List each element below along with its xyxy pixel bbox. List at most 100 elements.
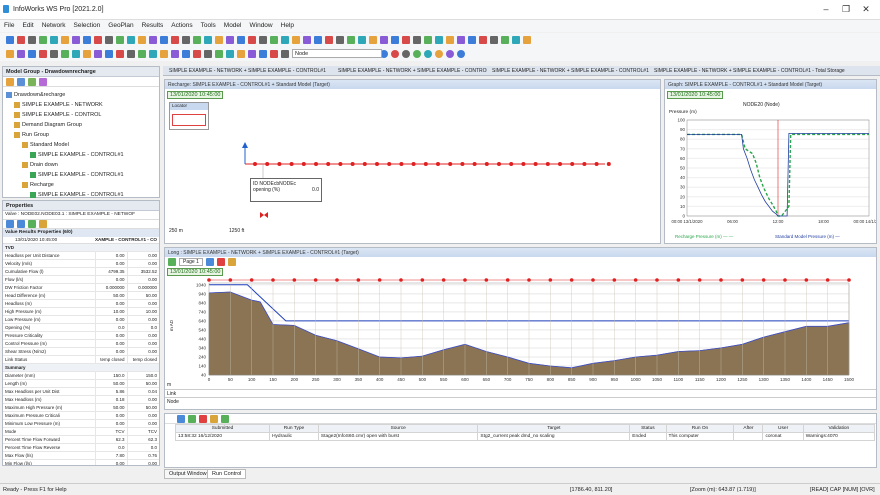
- tree-item[interactable]: Drain down: [6, 160, 156, 170]
- toolbar-button-icon[interactable]: [17, 36, 25, 44]
- property-row[interactable]: Low Pressure (m) 0.00 0.00: [3, 315, 159, 324]
- menu-geoplan[interactable]: GeoPlan: [108, 22, 133, 29]
- toolbar-button-icon[interactable]: [468, 36, 476, 44]
- run-column-header[interactable]: Validation: [802, 424, 876, 433]
- output-window-tab[interactable]: Output Window: [164, 469, 212, 479]
- property-row[interactable]: Maximum Pressure Criticali 0.00 0.00: [3, 411, 159, 420]
- maximize-icon[interactable]: ❐: [837, 4, 855, 15]
- toolbar-button-icon[interactable]: [149, 36, 157, 44]
- toolbar-button-icon[interactable]: [237, 50, 245, 58]
- toolbar-button-icon[interactable]: [105, 36, 113, 44]
- toolbar-button-icon[interactable]: [28, 50, 36, 58]
- run-column-header[interactable]: After: [733, 424, 764, 433]
- toolbar-button-icon[interactable]: [248, 36, 256, 44]
- toolbar-button-icon[interactable]: [336, 36, 344, 44]
- toolbar-button-icon[interactable]: [72, 50, 80, 58]
- toolbar-button-icon[interactable]: [358, 36, 366, 44]
- toolbar-button-icon[interactable]: [281, 36, 289, 44]
- property-row[interactable]: Cumulative Flow (l) 4799.35 3532.52: [3, 267, 159, 276]
- toolbar-button-icon[interactable]: [391, 36, 399, 44]
- run-column-header[interactable]: Status: [629, 424, 667, 433]
- menu-edit[interactable]: Edit: [22, 22, 33, 29]
- toolbar-button-icon[interactable]: [149, 50, 157, 58]
- run-column-header[interactable]: Source: [317, 424, 479, 433]
- tree-tool-icon[interactable]: [39, 77, 47, 86]
- toolbar-button-icon[interactable]: [347, 36, 355, 44]
- toolbar-button-icon[interactable]: [204, 36, 212, 44]
- toolbar-button-icon[interactable]: [303, 36, 311, 44]
- property-row[interactable]: DW Friction Factor 0.000000 0.000000: [3, 283, 159, 292]
- toolbar-button-icon[interactable]: [215, 36, 223, 44]
- toolbar-button-icon[interactable]: [83, 50, 91, 58]
- tree-item[interactable]: SIMPLE EXAMPLE - CONTROL: [6, 110, 156, 120]
- property-row[interactable]: Minimum Low Pressure (m) 0.00 0.00: [3, 419, 159, 428]
- menu-actions[interactable]: Actions: [171, 22, 192, 29]
- property-row[interactable]: Max Flow (l/s) 7.80 0.76: [3, 451, 159, 460]
- toolbar-button-icon[interactable]: [501, 36, 509, 44]
- toolbar-button-icon[interactable]: [105, 50, 113, 58]
- property-row[interactable]: Head Difference (m) 50.00 50.00: [3, 291, 159, 300]
- toolbar-button-icon[interactable]: [193, 50, 201, 58]
- menu-help[interactable]: Help: [281, 22, 294, 29]
- run-column-header[interactable]: Run Type: [269, 424, 319, 433]
- run-tool-icon[interactable]: [177, 414, 185, 423]
- tree-tool-icon[interactable]: [28, 77, 36, 86]
- toolbar-button-icon[interactable]: [6, 50, 14, 58]
- menu-window[interactable]: Window: [250, 22, 273, 29]
- page-icon[interactable]: [168, 257, 176, 266]
- close-icon[interactable]: ✕: [857, 4, 875, 15]
- toolbar-button-icon[interactable]: [259, 36, 267, 44]
- toolbar-button-icon[interactable]: [50, 50, 58, 58]
- toolbar-button-icon[interactable]: [28, 36, 36, 44]
- toolbar-button-icon[interactable]: [94, 50, 102, 58]
- toolbar-button-icon[interactable]: [83, 36, 91, 44]
- property-row[interactable]: Headloss per Unit Distance 0.00 0.00: [3, 251, 159, 260]
- long-tool-icon[interactable]: [227, 257, 236, 266]
- property-section[interactable]: Summary: [3, 363, 159, 372]
- run-row[interactable]: 13:58:32 16/12/2020 Hydraulic Stage2(InfoS…: [174, 432, 876, 441]
- page-select[interactable]: Page 1: [179, 257, 203, 266]
- menu-file[interactable]: File: [4, 22, 14, 29]
- toolbar-button-icon[interactable]: [325, 36, 333, 44]
- menu-network[interactable]: Network: [42, 22, 66, 29]
- toolbar-button-icon[interactable]: [457, 50, 465, 58]
- toolbar-button-icon[interactable]: [413, 50, 421, 58]
- toolbar-button-icon[interactable]: [402, 36, 410, 44]
- toolbar-button-icon[interactable]: [171, 50, 179, 58]
- tree-item[interactable]: Recharge: [6, 180, 156, 190]
- toolbar-button-icon[interactable]: [402, 50, 410, 58]
- tree-item[interactable]: Demand Diagram Group: [6, 120, 156, 130]
- run-tool-icon[interactable]: [188, 414, 196, 423]
- toolbar-button-icon[interactable]: [523, 36, 531, 44]
- toolbar-button-icon[interactable]: [435, 50, 443, 58]
- toolbar-button-icon[interactable]: [226, 50, 234, 58]
- toolbar-button-icon[interactable]: [39, 36, 47, 44]
- property-row[interactable]: Opening (%) 0.0 0.0: [3, 323, 159, 332]
- run-control-tab[interactable]: Run Control: [207, 469, 247, 479]
- property-row[interactable]: Length (m) 50.00 50.00: [3, 379, 159, 388]
- tree-item[interactable]: Drawdown&recharge: [6, 90, 156, 100]
- toolbar-button-icon[interactable]: [94, 36, 102, 44]
- toolbar-button-icon[interactable]: [226, 36, 234, 44]
- pressure-chart[interactable]: 0 10 20 30 40 50 60 70 80 90 100 00:00 13/1/2020 06:…: [665, 116, 876, 234]
- check-icon[interactable]: [221, 414, 229, 423]
- run-column-header[interactable]: User: [762, 424, 804, 433]
- toolbar-button-icon[interactable]: [160, 50, 168, 58]
- toolbar-button-icon[interactable]: [435, 36, 443, 44]
- run-column-header[interactable]: Run On: [665, 424, 735, 433]
- toolbar-button-icon[interactable]: [446, 36, 454, 44]
- tree-item[interactable]: Standard Model: [6, 140, 156, 150]
- tree-item[interactable]: Run Group: [6, 130, 156, 140]
- long-section-chart[interactable]: 40 140 240 340 440 540 640 740 840 940 1040 0 50 100 1…: [165, 277, 876, 381]
- node-select[interactable]: Node: [292, 49, 382, 58]
- long-tool-icon[interactable]: [216, 257, 225, 266]
- property-row[interactable]: Max Headloss (m) 0.18 0.00: [3, 395, 159, 404]
- doc-tab-3[interactable]: SIMPLE EXAMPLE - NETWORK + SIMPLE EXAMPL…: [489, 66, 649, 76]
- toolbar-button-icon[interactable]: [160, 36, 168, 44]
- property-row[interactable]: Min Flow (l/s) 0.00 0.00: [3, 459, 159, 465]
- property-row[interactable]: Velocity (m/s) 0.00 0.00: [3, 259, 159, 268]
- toolbar-button-icon[interactable]: [512, 36, 520, 44]
- tree-item[interactable]: SIMPLE EXAMPLE - NETWORK: [6, 100, 156, 110]
- filter-icon[interactable]: [39, 220, 47, 228]
- tree-item[interactable]: SIMPLE EXAMPLE - CONTROL#1: [6, 190, 156, 200]
